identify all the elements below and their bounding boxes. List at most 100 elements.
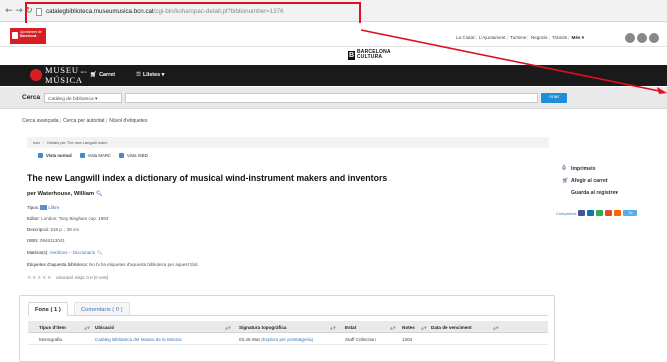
cell-notes: 1304 (402, 336, 413, 342)
city-link[interactable]: L'Ajuntament (479, 35, 506, 40)
col-notes[interactable]: Notes (402, 325, 415, 330)
culture-mark: B (348, 50, 355, 60)
book-icon (40, 205, 48, 211)
search-label: Cerca (22, 94, 41, 101)
col-callnumber[interactable]: Signatura topogràfica (239, 325, 286, 330)
social-icon[interactable] (625, 33, 635, 43)
col-status[interactable]: Estat (345, 325, 356, 330)
authority-search-link[interactable]: Cerca per autoritat (63, 118, 104, 124)
search-icon[interactable]: 🔍︎ (96, 191, 102, 197)
city-link[interactable]: La Ciutat (456, 35, 474, 40)
col-item-type[interactable]: Tipus d'ítem (39, 325, 66, 330)
city-link[interactable]: Tràmits (552, 35, 567, 40)
breadcrumb: Inici › Detalls per The new Langwill index (27, 137, 549, 148)
print-button[interactable]: ⎙ Imprimeix (562, 165, 618, 172)
left-arrow-icon[interactable]: ← (4, 6, 14, 16)
tag-cloud-link[interactable]: Núvol d'etiquetes (109, 118, 147, 124)
city-link[interactable]: Turisme (510, 35, 526, 40)
delicious-icon[interactable] (596, 210, 604, 216)
search-button[interactable]: Anar (541, 93, 567, 103)
social-icons (625, 33, 659, 43)
museum-navbar: MUSEU de la MÚSICA 🛒︎ Carret ☰ Llistes ▾ (0, 65, 667, 86)
printer-icon: ⎙ (562, 165, 567, 171)
social-icon[interactable] (637, 33, 647, 43)
logo-circle-icon (30, 69, 42, 81)
cell-status: Staff Collection (345, 336, 376, 342)
sort-icon[interactable]: ▲▼ (390, 325, 396, 330)
holdings-table: Tipus d'ítem ▲▼ Ubicació ▲▼ Signatura to… (28, 321, 548, 345)
lists-menu[interactable]: ☰ Llistes ▾ (136, 72, 164, 78)
city-link[interactable]: Negocis (531, 35, 548, 40)
record-subject: Matèria(s): Aeròfons -- Diccionaris 🔍︎ (27, 250, 103, 256)
record-tags: Etiquetes d'aquesta biblioteca: No hi ha… (27, 262, 199, 267)
linkedin-icon[interactable] (587, 210, 595, 216)
logo-word-musica: MÚSICA (45, 75, 83, 85)
table-header: Tipus d'ítem ▲▼ Ubicació ▲▼ Signatura to… (28, 321, 548, 333)
tab-isbd-view[interactable]: Vista ISBD (119, 153, 148, 158)
holdings-panel: Fons ( 1 ) Comentaris ( 0 ) Tipus d'ítem… (19, 295, 555, 362)
record-description: Descripció: 518 p. ; 28 cm (27, 227, 80, 232)
record-actions: ⎙ Imprimeix 🛒︎ Afegir al carret Guarda al … (562, 165, 618, 202)
rss-icon[interactable] (614, 210, 622, 216)
logo-small: de la (80, 70, 87, 74)
share-label: Comparteix (556, 210, 577, 216)
more-menu[interactable]: Més ▾ (572, 35, 585, 40)
record-rating: ★★★★★ valoració mitja: 0.0 (0 vots) (27, 275, 109, 281)
barcelona-cultura-logo[interactable]: B BARCELONA CULTURA (348, 50, 391, 60)
share-bar: Comparteix Tw (556, 210, 638, 216)
sort-icon[interactable]: ▲▼ (421, 325, 427, 330)
isbd-view-icon (119, 153, 125, 158)
subject-link[interactable]: Aeròfons -- Diccionaris (50, 250, 96, 255)
email-icon[interactable] (605, 210, 613, 216)
cell-location[interactable]: Catàleg Biblioteca del Museu de la Músic… (95, 337, 182, 342)
sort-icon[interactable]: ▲▼ (493, 325, 499, 330)
search-scope-select[interactable]: Catàleg de biblioteca ▾ (44, 93, 122, 103)
cart-menu[interactable]: 🛒︎ Carret (90, 72, 115, 78)
cart-icon: 🛒︎ (90, 72, 98, 78)
col-location[interactable]: Ubicació (95, 325, 114, 330)
sort-icon[interactable]: ▲▼ (330, 325, 336, 330)
culture-line2: CULTURA (357, 54, 383, 60)
cart-icon: 🛒︎ (562, 178, 569, 184)
right-arrow-icon[interactable]: → (14, 6, 24, 16)
author-link[interactable]: Waterhouse, William (38, 191, 94, 197)
tab-holdings[interactable]: Fons ( 1 ) (28, 302, 68, 316)
tab-normal-view[interactable]: Vista normal (38, 153, 72, 158)
advanced-search-link[interactable]: Cerca avançada (22, 118, 58, 124)
shelf-browse-link[interactable]: (Explora per prestatgeria) (261, 337, 313, 342)
record-publisher: Editor: London; Tony Bingham cop. 1993 (27, 216, 109, 221)
twitter-button[interactable]: Tw (623, 210, 638, 216)
view-tabs: Vista normal Vista MARC Vista ISBD (38, 153, 148, 158)
record-title: The new Langwill index a dictionary of m… (27, 173, 388, 183)
save-record-menu[interactable]: Guarda al registre ▾ (562, 190, 618, 196)
table-row: Monografia Catàleg Biblioteca del Museu … (28, 333, 548, 345)
logo-word-museu: MUSEU (45, 65, 79, 75)
cell-callnumber: 03.46 Wat (Explora per prestatgeria) (239, 336, 314, 342)
social-icon[interactable] (649, 33, 659, 43)
search-links: Cerca avançada| Cerca per autoritat| Núv… (22, 118, 148, 124)
sort-icon[interactable]: ▲▼ (225, 325, 231, 330)
museu-musica-logo[interactable]: MUSEU de la MÚSICA (30, 66, 87, 84)
rating-stars-icon[interactable]: ★★★★★ (27, 275, 52, 281)
logo-line2: Barcelona (20, 34, 37, 38)
breadcrumb-home[interactable]: Inici (33, 140, 40, 145)
search-icon[interactable]: 🔍︎ (97, 251, 103, 256)
cell-item-type: Monografia (39, 336, 62, 342)
tab-comments[interactable]: Comentaris ( 0 ) (74, 302, 130, 316)
city-header: Ajuntament de Barcelona La Ciutat| L'Aju… (0, 23, 667, 47)
tab-marc-view[interactable]: Vista MARC (79, 153, 111, 158)
breadcrumb-current: Detalls per The new Langwill index (47, 140, 108, 145)
record-type: Tipus: Llibre (27, 205, 60, 211)
record-isbn: ISBN: 0946113041 (27, 238, 65, 243)
sort-icon[interactable]: ▲▼ (84, 325, 90, 330)
list-icon: ☰ (136, 72, 142, 78)
facebook-icon[interactable] (578, 210, 586, 216)
marc-view-icon (79, 153, 85, 158)
search-bar: Cerca Catàleg de biblioteca ▾ Anar (0, 87, 667, 109)
record-author: per Waterhouse, William 🔍︎ (27, 191, 103, 197)
city-links: La Ciutat| L'Ajuntament| Turisme| Negoci… (456, 35, 585, 40)
ajuntament-logo[interactable]: Ajuntament de Barcelona (10, 28, 46, 44)
col-due-date[interactable]: Data de venciment (431, 325, 472, 330)
add-to-cart-button[interactable]: 🛒︎ Afegir al carret (562, 178, 618, 184)
search-input[interactable] (125, 93, 538, 103)
